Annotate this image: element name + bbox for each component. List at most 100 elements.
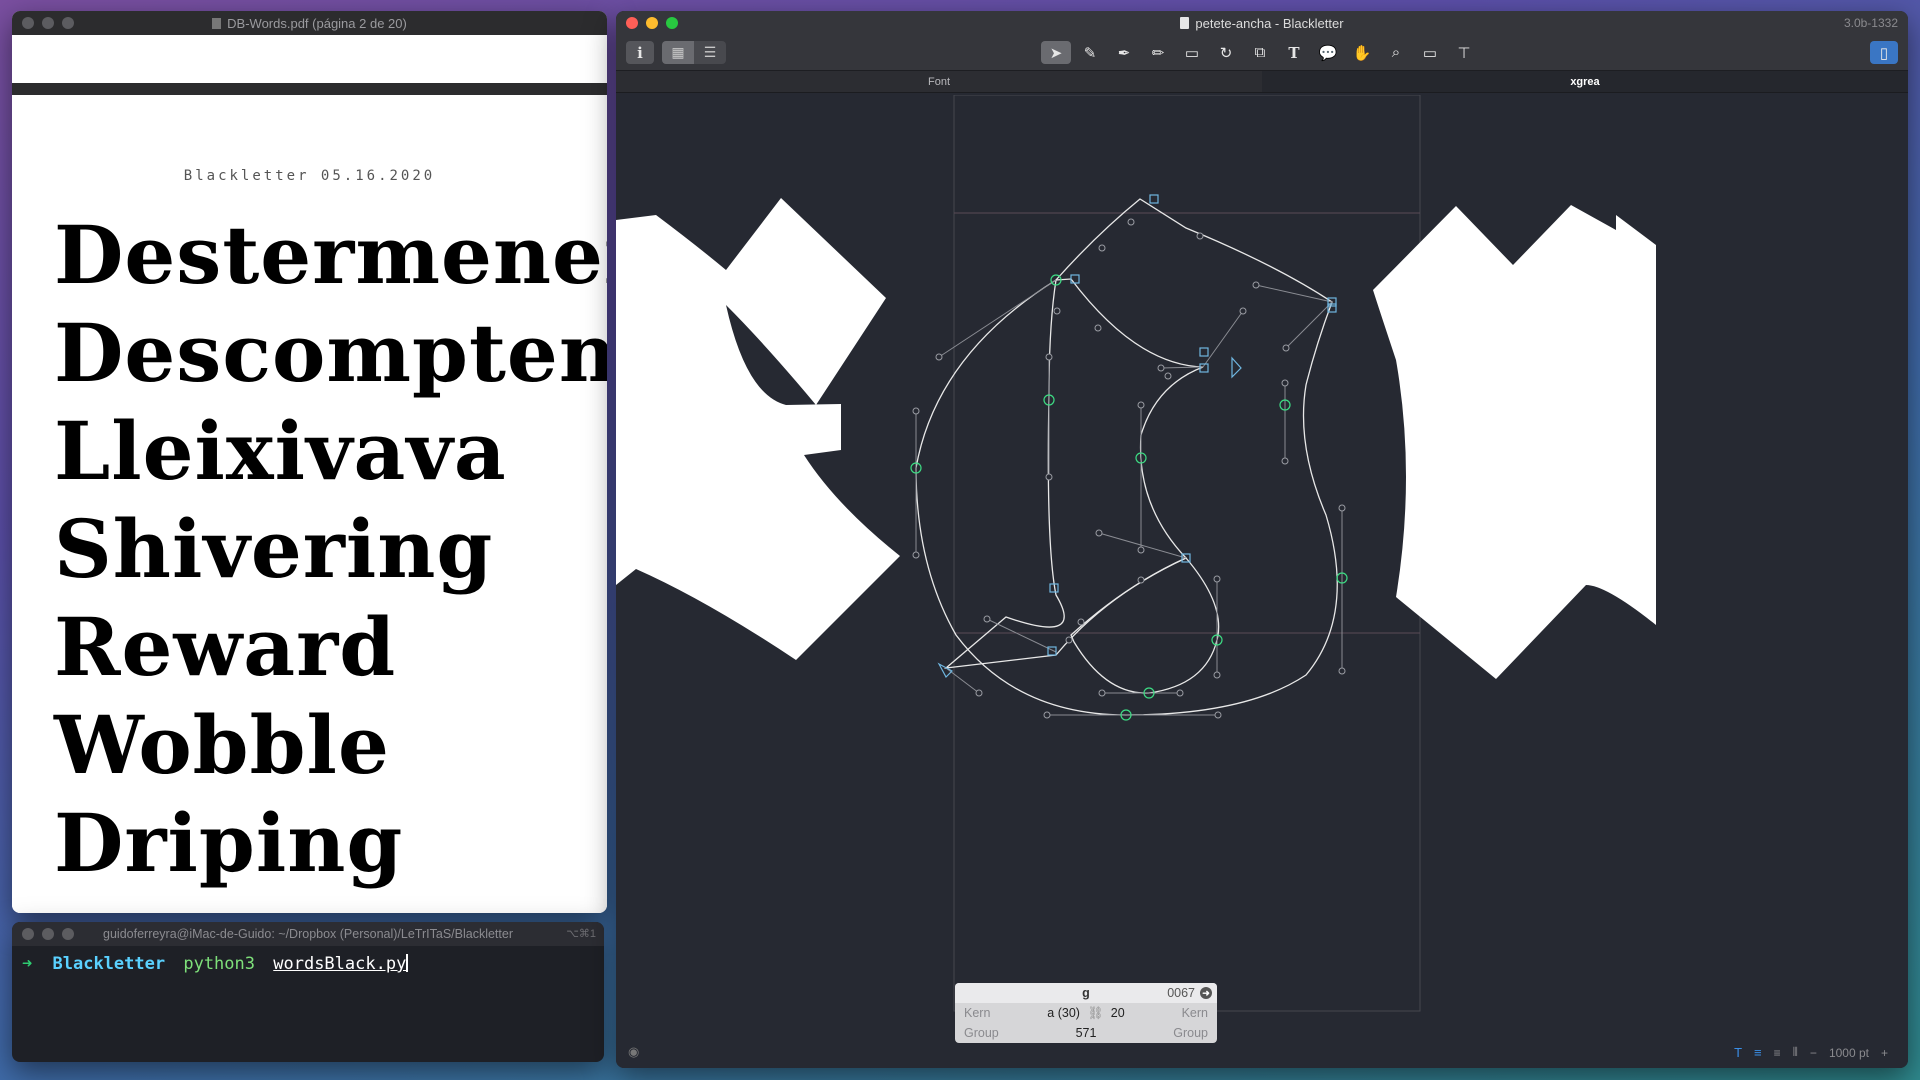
group-right-label: Group — [1173, 1026, 1208, 1040]
word-item: Destermenem — [54, 208, 607, 302]
glyph-editor-window: petete-ancha - Blackletter 3.0b-1332 i ▦… — [616, 11, 1908, 1068]
window-controls — [22, 928, 74, 940]
zoom-out-icon[interactable]: − — [1810, 1046, 1817, 1060]
preview-eye-icon[interactable]: ◉ — [628, 1044, 639, 1060]
group-row: Group 571 Group — [955, 1023, 1217, 1043]
kern-left-value[interactable]: a (30) — [1047, 1006, 1080, 1020]
columns-icon[interactable]: ⦀ — [1793, 1045, 1798, 1060]
measure-tool-icon[interactable]: ▭ — [1415, 41, 1445, 64]
g-outline — [915, 198, 1338, 716]
toolbar: i ▦ ☰ ➤ ✎ ✒ ✏ ▭ ↻ ⧉ T 💬 ✋ ⌕ ▭ ⊤ ▯ — [616, 35, 1908, 71]
handle-points — [912, 218, 1346, 719]
glyph-unicode[interactable]: 0067 — [1167, 983, 1195, 1003]
zoom-button[interactable] — [62, 17, 74, 29]
align-right-icon[interactable]: ≡ — [1774, 1046, 1781, 1060]
close-button[interactable] — [626, 17, 638, 29]
terminal-body[interactable]: ➜ Blackletter python3 wordsBlack.py — [12, 946, 604, 982]
list-view-icon[interactable]: ☰ — [694, 41, 726, 64]
page-separator — [12, 83, 607, 95]
word-item: Shivering — [54, 502, 494, 596]
pencil-tool-icon[interactable]: ✏ — [1143, 41, 1173, 64]
word-item: Driping — [54, 796, 404, 890]
zoom-button[interactable] — [666, 17, 678, 29]
rotate-tool-icon[interactable]: ↻ — [1211, 41, 1241, 64]
sidebar-toggle-icon[interactable]: ▯ — [1870, 41, 1898, 64]
document-icon — [1180, 17, 1190, 29]
outer-contour — [915, 198, 1338, 716]
pdf-window-title: DB-Words.pdf (página 2 de 20) — [227, 15, 407, 31]
kern-right-value[interactable]: 20 — [1111, 1006, 1125, 1020]
minimize-button[interactable] — [42, 928, 54, 940]
counter-contour — [1070, 557, 1220, 694]
glyph-name[interactable]: g — [1082, 986, 1090, 1000]
text-direction-icon[interactable]: T — [1734, 1045, 1742, 1060]
word-item: Wobble — [54, 698, 390, 792]
draw-tool-icon[interactable]: ✎ — [1075, 41, 1105, 64]
rectangle-tool-icon[interactable]: ▭ — [1177, 41, 1207, 64]
terminal-titlebar[interactable]: guidoferreyra@iMac-de-Guido: ~/Dropbox (… — [12, 922, 604, 946]
word-list: Destermenem Descompten Lleixivava Shiver… — [12, 206, 607, 892]
edit-canvas[interactable]: g 0067 ➜ Kern a (30) ⛓ 20 Kern Group 571… — [616, 95, 1908, 1068]
terminal-window: guidoferreyra@iMac-de-Guido: ~/Dropbox (… — [12, 922, 604, 1062]
bezier-handles — [915, 279, 1343, 716]
go-arrow-icon[interactable]: ➜ — [1200, 987, 1212, 999]
minimize-button[interactable] — [646, 17, 658, 29]
select-tool-icon[interactable]: ➤ — [1041, 41, 1071, 64]
pdf-file-icon — [212, 17, 222, 29]
glyph-info-panel: g 0067 ➜ Kern a (30) ⛓ 20 Kern Group 571… — [955, 983, 1217, 1043]
pdf-titlebar[interactable]: DB-Words.pdf (página 2 de 20) — [12, 11, 607, 35]
command-argument: wordsBlack.py — [273, 954, 407, 974]
prompt-arrow-icon: ➜ — [22, 954, 33, 974]
grid-view-icon[interactable]: ▦ — [662, 41, 694, 64]
lock-icon[interactable]: ⛓ — [1087, 1006, 1103, 1020]
right-neighbour-glyph — [1373, 205, 1656, 679]
zoom-level[interactable]: 1000 pt — [1829, 1046, 1869, 1060]
scale-tool-icon[interactable]: ⧉ — [1245, 41, 1275, 64]
page-heading: Blackletter 05.16.2020 — [183, 168, 436, 184]
text-cursor — [406, 954, 409, 972]
pdf-viewer-window: DB-Words.pdf (página 2 de 20) Blacklette… — [12, 11, 607, 913]
glyph-canvas-svg — [616, 95, 1656, 1012]
window-controls — [626, 17, 678, 29]
window-controls — [22, 17, 74, 29]
close-button[interactable] — [22, 928, 34, 940]
terminal-shortcut: ⌥⌘1 — [566, 928, 596, 940]
view-mode-segmented: ▦ ☰ — [662, 41, 726, 64]
smooth-nodes — [910, 274, 1348, 721]
zoom-button[interactable] — [62, 928, 74, 940]
app-version: 3.0b-1332 — [1843, 16, 1898, 30]
kern-row: Kern a (30) ⛓ 20 Kern — [955, 1003, 1217, 1023]
pdf-current-page: Blackletter 05.16.2020 Destermenem Desco… — [12, 95, 607, 913]
hand-tool-icon[interactable]: ✋ — [1347, 41, 1377, 64]
status-bar: T ≡ ≡ ⦀ − 1000 pt + — [1734, 1045, 1888, 1060]
zoom-in-icon[interactable]: + — [1881, 1046, 1888, 1060]
hint-tool-icon[interactable]: ⊤ — [1449, 41, 1479, 64]
word-item: Lleixivava — [54, 404, 507, 498]
editor-titlebar[interactable]: petete-ancha - Blackletter 3.0b-1332 — [616, 11, 1908, 35]
corner-nodes — [937, 194, 1337, 678]
terminal-title: guidoferreyra@iMac-de-Guido: ~/Dropbox (… — [103, 927, 513, 941]
text-tool-icon[interactable]: T — [1279, 41, 1309, 64]
minimize-button[interactable] — [42, 17, 54, 29]
word-item: Reward — [54, 600, 397, 694]
align-left-icon[interactable]: ≡ — [1754, 1045, 1762, 1060]
zoom-tool-icon[interactable]: ⌕ — [1381, 41, 1411, 64]
tab-font[interactable]: Font — [616, 71, 1262, 92]
tool-palette: ➤ ✎ ✒ ✏ ▭ ↻ ⧉ T 💬 ✋ ⌕ ▭ ⊤ — [1041, 41, 1479, 64]
glyph-name-row: g 0067 ➜ — [955, 983, 1217, 1003]
annotation-tool-icon[interactable]: 💬 — [1313, 41, 1343, 64]
info-button[interactable]: i — [626, 41, 654, 64]
close-button[interactable] — [22, 17, 34, 29]
prompt-directory: Blackletter — [52, 954, 166, 974]
glyph-bounds — [953, 95, 1421, 1012]
word-item: Descompten — [54, 306, 607, 400]
kern-values: a (30) ⛓ 20 — [955, 1003, 1217, 1023]
tab-xgrea[interactable]: xgrea — [1262, 71, 1908, 92]
left-neighbour-glyph — [616, 198, 900, 660]
kern-right-label: Kern — [1181, 1006, 1208, 1020]
tab-bar: Font xgrea — [616, 71, 1908, 93]
pdf-previous-page — [12, 35, 607, 83]
command-name: python3 — [183, 954, 255, 974]
pen-tool-icon[interactable]: ✒ — [1109, 41, 1139, 64]
editor-window-title: petete-ancha - Blackletter — [1195, 15, 1344, 31]
